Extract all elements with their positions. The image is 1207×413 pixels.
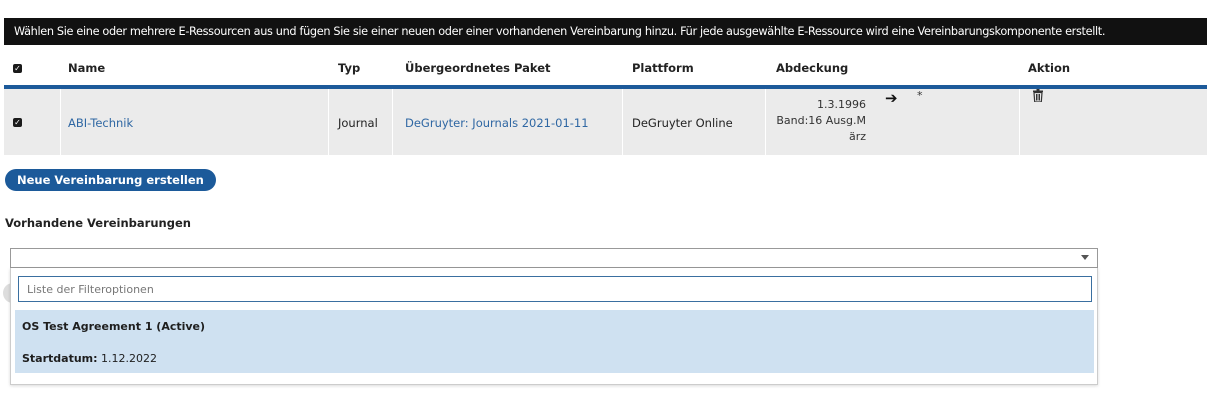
option-name: OS Test Agreement 1 (Active): [22, 320, 206, 333]
header-typ[interactable]: Typ: [338, 55, 360, 82]
header-abdeckung: Abdeckung: [776, 61, 849, 75]
filter-input[interactable]: [18, 276, 1092, 302]
coverage-start-volume: Band:16 Ausg.M: [776, 114, 866, 127]
header-name[interactable]: Name: [68, 55, 105, 82]
resource-type: Journal: [338, 116, 378, 130]
agreement-option[interactable]: OS Test Agreement 1 (Active) Startdatum:…: [15, 310, 1094, 373]
trash-icon[interactable]: [1033, 89, 1043, 105]
platform-name: DeGruyter Online: [632, 116, 733, 130]
caret-down-icon[interactable]: [1081, 255, 1089, 260]
option-start-date: Startdatum: 1.12.2022: [22, 352, 157, 365]
coverage-end: *: [917, 89, 923, 102]
resource-name-link[interactable]: ABI-Technik: [68, 116, 133, 130]
agreement-dropdown: OS Test Agreement 1 (Active) Startdatum:…: [10, 268, 1098, 385]
existing-agreements-label: Vorhandene Vereinbarungen: [5, 216, 191, 230]
info-banner: Wählen Sie eine oder mehrere E-Ressource…: [4, 18, 1207, 45]
agreement-select[interactable]: [10, 248, 1098, 268]
coverage-start-date: 1.3.1996: [817, 98, 866, 111]
package-link[interactable]: DeGruyter: Journals 2021-01-11: [405, 116, 589, 130]
header-aktion: Aktion: [1028, 61, 1071, 75]
option-start-value: 1.12.2022: [101, 352, 158, 365]
header-plattform[interactable]: Plattform: [632, 55, 694, 82]
arrow-right-icon: ➔: [885, 89, 898, 107]
table-row: ✓ ABI-Technik Journal DeGruyter: Journal…: [4, 89, 1207, 155]
header-paket[interactable]: Übergeordnetes Paket: [405, 55, 551, 82]
option-start-label: Startdatum:: [22, 352, 98, 365]
new-agreement-button[interactable]: Neue Vereinbarung erstellen: [5, 169, 216, 191]
table-header: ✓ Name Typ Übergeordnetes Paket Plattfor…: [4, 55, 1207, 85]
coverage-start: 1.3.1996 Band:16 Ausg.M ärz: [770, 97, 866, 145]
select-all-checkbox[interactable]: ✓: [13, 64, 22, 73]
coverage-start-issue: ärz: [848, 130, 866, 143]
row-checkbox[interactable]: ✓: [13, 118, 22, 127]
